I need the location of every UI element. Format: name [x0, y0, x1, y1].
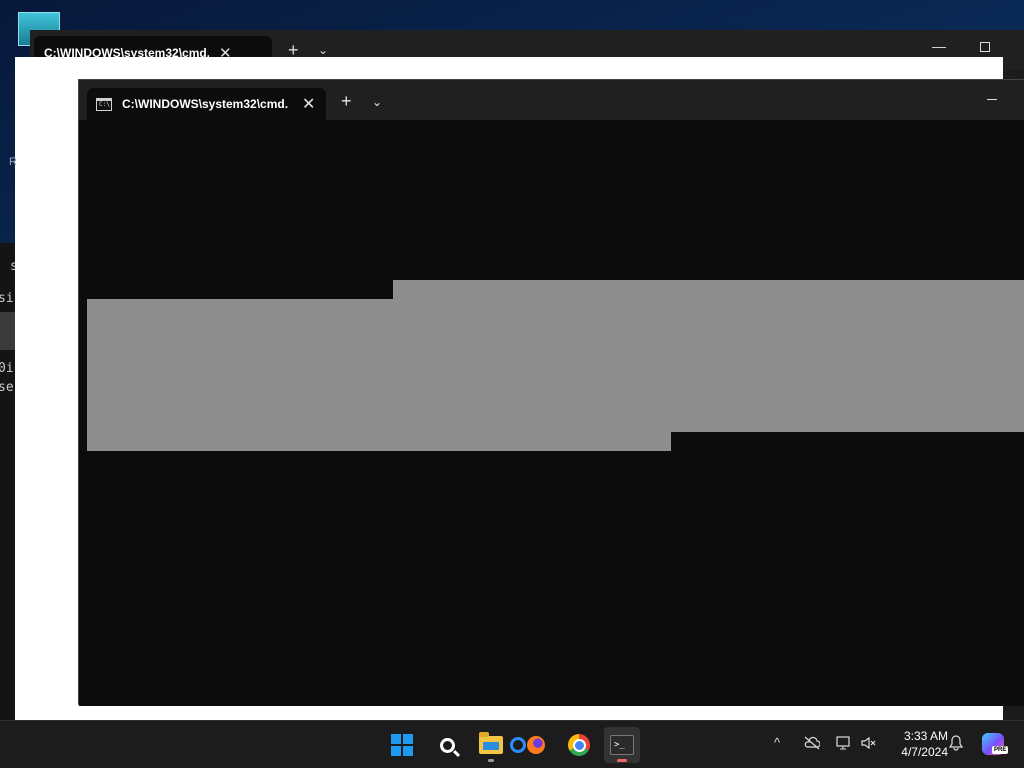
chrome-icon: [568, 734, 590, 756]
network-icon[interactable]: [836, 736, 852, 753]
monitor-network-icon: [836, 736, 850, 750]
firefox-button[interactable]: [518, 727, 554, 763]
chevron-down-icon[interactable]: ⌄: [372, 95, 382, 109]
cmd-icon-label: C:\.: [99, 100, 114, 108]
terminal-icon: >_: [610, 735, 634, 755]
cmd-terminal-window[interactable]: C:\. C:\WINDOWS\system32\cmd. ✕ + ⌄: [78, 79, 1024, 706]
minimize-button[interactable]: [987, 99, 997, 100]
speaker-icon: [861, 736, 876, 750]
notifications-bell-icon[interactable]: [948, 735, 964, 754]
side-console-band: [0, 312, 15, 350]
minimize-button[interactable]: —: [932, 38, 946, 54]
clock-time: 3:33 AM: [903, 729, 948, 743]
search-icon: [439, 737, 455, 753]
show-hidden-icons-chevron[interactable]: ^: [774, 735, 780, 750]
cmd-icon: C:\.: [96, 97, 114, 111]
side-console-line: se: [0, 380, 14, 395]
start-button[interactable]: [384, 727, 420, 763]
side-console-line: 0i: [0, 361, 14, 376]
text-selection-highlight: [393, 280, 1024, 299]
maximize-icon[interactable]: [1005, 67, 1015, 77]
cloud-offline-icon[interactable]: [804, 736, 821, 753]
bell-icon: [948, 735, 964, 751]
close-icon[interactable]: ✕: [302, 94, 315, 114]
clock-date: 4/7/2024: [901, 745, 948, 759]
chevron-down-icon[interactable]: ⌄: [318, 43, 328, 57]
volume-muted-icon[interactable]: [861, 736, 877, 753]
taskbar: >_ ^ 3:33 AM 4/7/2024 PRE: [0, 720, 1024, 768]
cloud-icon: [804, 736, 821, 750]
tab-title: C:\WINDOWS\system32\cmd.: [122, 97, 289, 111]
text-selection-highlight: [87, 432, 671, 451]
active-indicator: [617, 759, 627, 762]
terminal-tab[interactable]: C:\. C:\WINDOWS\system32\cmd. ✕: [87, 88, 326, 120]
clock[interactable]: 3:33 AM 4/7/2024: [888, 728, 948, 760]
text-selection-highlight: [87, 299, 1024, 432]
console-output-area[interactable]: [79, 120, 1024, 706]
chrome-button[interactable]: [561, 727, 597, 763]
terminal-titlebar[interactable]: C:\. C:\WINDOWS\system32\cmd. ✕ + ⌄: [79, 80, 1024, 120]
side-letter: R: [9, 156, 17, 168]
side-console-window[interactable]: s si 0i se: [0, 243, 15, 720]
new-tab-button[interactable]: +: [341, 91, 352, 112]
terminal-taskbar-button[interactable]: >_: [604, 727, 640, 763]
windows-logo-icon: [391, 734, 413, 756]
side-console-line: si: [0, 291, 14, 306]
running-indicator: [488, 759, 494, 762]
copilot-preview-badge: PRE: [992, 746, 1009, 754]
search-button[interactable]: [429, 727, 465, 763]
side-console-line: s: [10, 259, 15, 274]
maximize-button[interactable]: [980, 42, 990, 52]
firefox-icon: [527, 736, 545, 754]
